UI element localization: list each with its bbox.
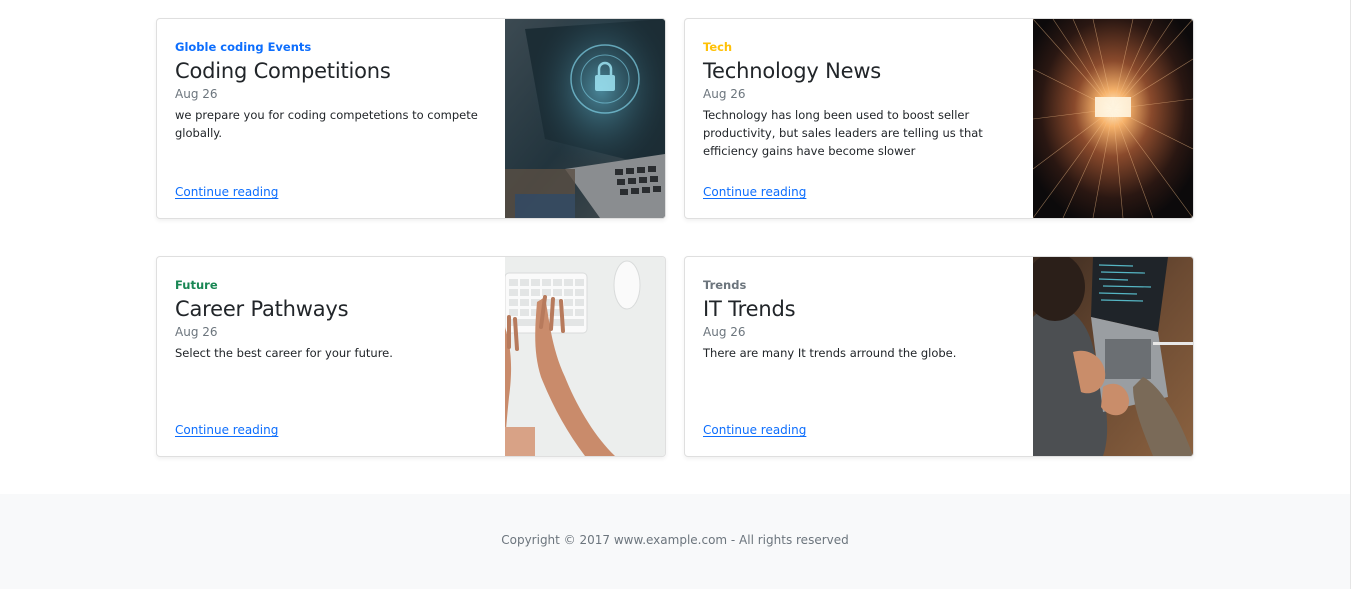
post-card: Globle coding Events Coding Competitions…	[156, 18, 666, 219]
copyright-text: Copyright © 2017 www.example.com - All r…	[501, 533, 849, 547]
posts-grid: Globle coding Events Coding Competitions…	[156, 18, 1194, 457]
continue-reading-link[interactable]: Continue reading	[703, 184, 806, 200]
post-excerpt: Technology has long been used to boost s…	[703, 108, 983, 158]
page-footer: Copyright © 2017 www.example.com - All r…	[0, 494, 1350, 589]
continue-reading-link[interactable]: Continue reading	[703, 422, 806, 438]
continue-reading-link[interactable]: Continue reading	[175, 184, 278, 200]
post-title: Technology News	[703, 59, 882, 83]
post-category: Future	[175, 278, 218, 292]
post-date: Aug 26	[703, 87, 746, 101]
post-card: Tech Technology News Aug 26 Technology h…	[684, 18, 1194, 219]
post-title: Career Pathways	[175, 297, 349, 321]
post-card: Future Career Pathways Aug 26 Select the…	[156, 256, 666, 457]
post-date: Aug 26	[175, 325, 218, 339]
post-card-body: Trends IT Trends Aug 26 There are many I…	[685, 257, 1034, 456]
post-date: Aug 26	[175, 87, 218, 101]
post-excerpt: Select the best career for your future.	[175, 346, 393, 360]
post-card: Trends IT Trends Aug 26 There are many I…	[684, 256, 1194, 457]
post-card-body: Tech Technology News Aug 26 Technology h…	[685, 19, 1034, 218]
post-excerpt: There are many It trends arround the glo…	[703, 346, 957, 360]
person-coding-laptop-image	[1033, 257, 1193, 456]
post-date: Aug 26	[703, 325, 746, 339]
post-category: Globle coding Events	[175, 40, 312, 54]
post-card-body: Globle coding Events Coding Competitions…	[157, 19, 506, 218]
hands-on-keyboard-image	[505, 257, 665, 456]
continue-reading-link[interactable]: Continue reading	[175, 422, 278, 438]
post-card-body: Future Career Pathways Aug 26 Select the…	[157, 257, 506, 456]
post-category: Tech	[703, 40, 733, 54]
laptop-security-lock-image	[505, 19, 665, 218]
post-category: Trends	[703, 278, 747, 292]
light-tunnel-image	[1033, 19, 1193, 218]
post-excerpt: we prepare you for coding competetions t…	[175, 108, 478, 140]
post-title: Coding Competitions	[175, 59, 391, 83]
post-title: IT Trends	[703, 297, 796, 321]
page: Globle coding Events Coding Competitions…	[0, 0, 1351, 589]
